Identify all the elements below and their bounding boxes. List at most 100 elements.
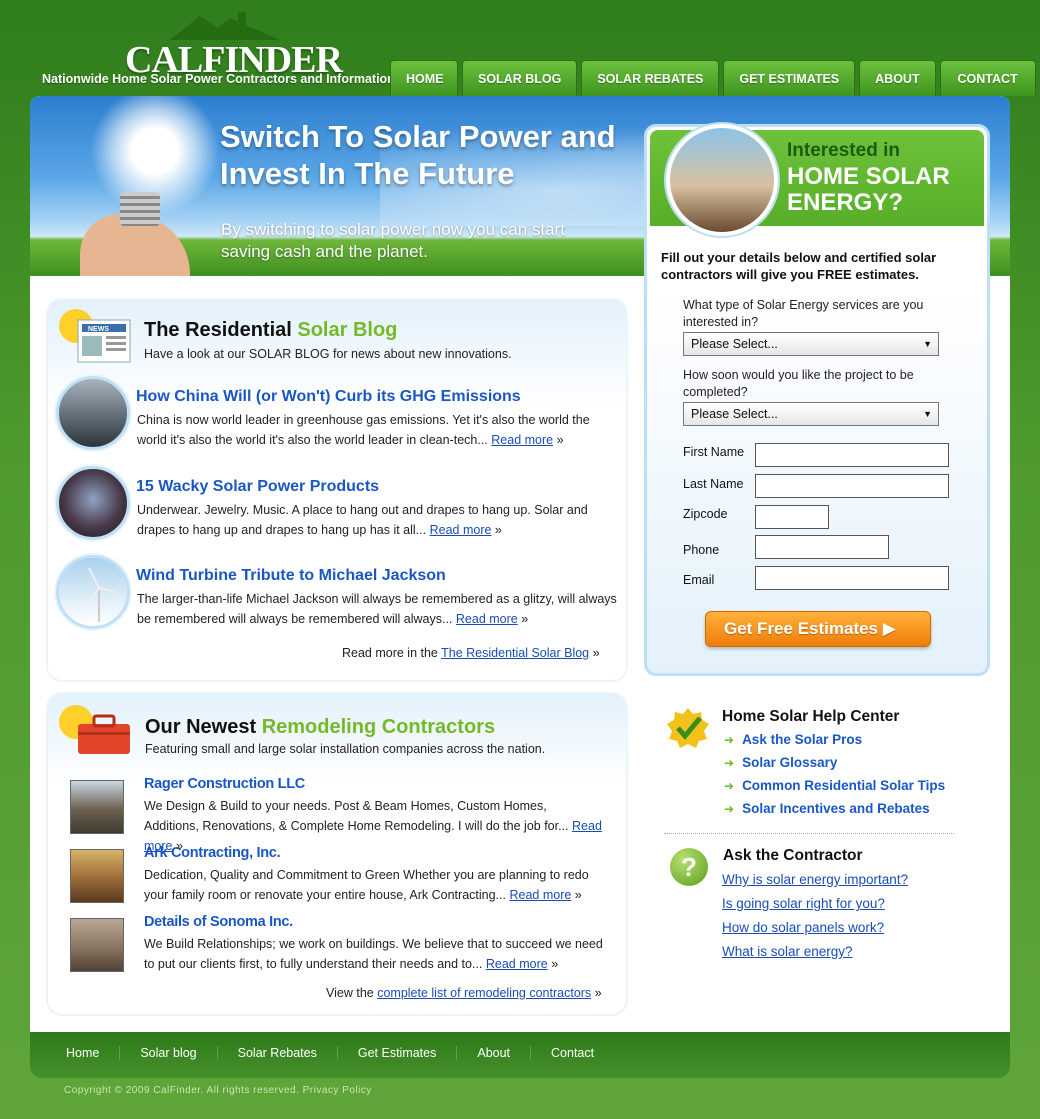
help-link-tips[interactable]: ➜ Common Residential Solar Tips [724, 778, 945, 801]
family-photo [666, 124, 778, 236]
service-type-select[interactable]: Please Select... ▼ [683, 332, 939, 356]
get-free-estimates-button[interactable]: Get Free Estimates ▶ [705, 611, 931, 647]
contractor-thumbnail[interactable] [70, 780, 124, 834]
timeline-label: How soon would you like the project to b… [683, 368, 914, 399]
last-name-field[interactable] [755, 474, 949, 498]
service-type-label: What type of Solar Energy services are y… [683, 298, 924, 329]
wind-turbine-icon [88, 567, 116, 622]
ask-list-item: Why is solar energy important? [722, 872, 908, 896]
ask-list-item: Is going solar right for you? [722, 896, 908, 920]
dropdown-arrow-icon: ▼ [923, 409, 932, 419]
post-title[interactable]: 15 Wacky Solar Power Products [136, 478, 379, 496]
contractors-more-line: View the complete list of remodeling con… [326, 986, 602, 1000]
arrow-right-icon: ➜ [724, 802, 735, 816]
email-field[interactable] [755, 566, 949, 590]
email-label: Email [683, 573, 715, 587]
footer-link-solar-rebates[interactable]: Solar Rebates [216, 1046, 337, 1060]
post-title[interactable]: Wind Turbine Tribute to Michael Jackson [136, 567, 446, 585]
nav-tab-contact[interactable]: CONTACT [939, 60, 1036, 96]
post-excerpt: China is now world leader in greenhouse … [137, 413, 590, 447]
post-excerpt-text: Underwear. Jewelry. Music. A place to ha… [137, 503, 588, 537]
contractor-thumbnail[interactable] [70, 918, 124, 972]
site-tagline: Nationwide Home Solar Power Contractors … [42, 72, 395, 86]
blog-intro: Have a look at our SOLAR BLOG for news a… [144, 347, 512, 361]
estimate-form: Interested in HOME SOLAR ENERGY? Fill ou… [644, 124, 990, 676]
last-name-label: Last Name [683, 477, 744, 491]
contractors-title-accent: Remodeling Contractors [261, 716, 496, 738]
contractor-name[interactable]: Details of Sonoma Inc. [144, 914, 293, 930]
toolbox-icon [59, 705, 130, 754]
footer-link-solar-blog[interactable]: Solar blog [119, 1046, 216, 1060]
post-thumbnail[interactable] [56, 466, 130, 540]
timeline-value: Please Select... [691, 407, 778, 421]
contractor-item: Ark Contracting, Inc. Dedication, Qualit… [70, 845, 610, 909]
blog-post: How China Will (or Won't) Curb its GHG E… [56, 376, 626, 456]
help-link-label: Common Residential Solar Tips [742, 778, 946, 793]
read-more-link[interactable]: Read more [486, 957, 548, 971]
residential-blog-link[interactable]: The Residential Solar Blog [441, 646, 589, 660]
blog-more-line: Read more in the The Residential Solar B… [342, 646, 600, 660]
read-more-link[interactable]: Read more [509, 888, 571, 902]
newspaper-icon: NEWS [59, 309, 131, 363]
read-more-link[interactable]: Read more [456, 612, 518, 626]
dropdown-arrow-icon: ▼ [923, 339, 932, 349]
post-title[interactable]: How China Will (or Won't) Curb its GHG E… [136, 388, 521, 406]
footer-link-contact[interactable]: Contact [530, 1046, 614, 1060]
contractor-list-link[interactable]: complete list of remodeling contractors [377, 986, 591, 1000]
form-heading-big: HOME SOLAR ENERGY? [787, 163, 950, 216]
sidebar-divider [664, 833, 954, 834]
contractor-name[interactable]: Ark Contracting, Inc. [144, 845, 281, 861]
faq-link[interactable]: What is solar energy? [722, 944, 853, 959]
first-name-field[interactable] [755, 443, 949, 467]
copyright-text: Copyright © 2009 CalFinder. All rights r… [64, 1085, 372, 1096]
faq-link[interactable]: Is going solar right for you? [722, 896, 885, 911]
faq-link[interactable]: Why is solar energy important? [722, 872, 908, 887]
timeline-select[interactable]: Please Select... ▼ [683, 402, 939, 426]
blog-title: The Residential Solar Blog [144, 319, 397, 342]
nav-tab-get-estimates[interactable]: GET ESTIMATES [723, 60, 856, 96]
phone-label: Phone [683, 543, 720, 557]
post-thumbnail[interactable] [56, 555, 130, 629]
calfinder-logo[interactable]: CALFINDER [120, 10, 343, 81]
form-description: Fill out your details below and certifie… [661, 250, 937, 282]
nav-tab-solar-rebates[interactable]: SOLAR REBATES [581, 60, 720, 96]
phone-field[interactable] [755, 535, 889, 559]
nav-tab-home[interactable]: HOME [390, 60, 458, 96]
footer-link-get-estimates[interactable]: Get Estimates [336, 1046, 457, 1060]
contractor-name[interactable]: Rager Construction LLC [144, 776, 305, 792]
post-excerpt: Underwear. Jewelry. Music. A place to ha… [137, 503, 588, 537]
help-link-glossary[interactable]: ➜ Solar Glossary [724, 755, 945, 778]
ask-contractor-links: Why is solar energy important? Is going … [722, 872, 908, 968]
blog-post: 15 Wacky Solar Power Products Underwear.… [56, 466, 626, 546]
arrow-right-icon: ➜ [724, 779, 735, 793]
first-name-label: First Name [683, 445, 745, 459]
contractor-item: Details of Sonoma Inc. We Build Relation… [70, 914, 610, 978]
footer-link-about[interactable]: About [456, 1046, 530, 1060]
question-mark-icon: ? [670, 848, 708, 886]
hero-title: Switch To Solar Power and Invest In The … [220, 119, 616, 191]
nav-tab-solar-blog[interactable]: SOLAR BLOG [462, 60, 578, 96]
help-link-ask-pros[interactable]: ➜ Ask the Solar Pros [724, 732, 945, 755]
ask-list-item: How do solar panels work? [722, 920, 908, 944]
checkmark-badge-icon [667, 708, 709, 748]
nav-tab-about[interactable]: ABOUT [859, 60, 936, 96]
ask-contractor-title: Ask the Contractor [723, 847, 863, 864]
hero-subtitle: By switching to solar power now you can … [221, 220, 565, 261]
post-excerpt: The larger-than-life Michael Jackson wil… [137, 592, 617, 626]
read-more-link[interactable]: Read more [491, 433, 553, 447]
post-thumbnail[interactable] [56, 376, 130, 450]
contractors-section: Our Newest Remodeling Contractors Featur… [48, 694, 626, 1014]
arrow-right-icon: ➜ [724, 756, 735, 770]
contractor-description: We Build Relationships; we work on build… [144, 937, 603, 971]
lightbulb-icon [120, 192, 160, 226]
contractor-thumbnail[interactable] [70, 849, 124, 903]
footer-link-home[interactable]: Home [66, 1046, 119, 1060]
blog-section: NEWS The Residential Solar Blog Have a l… [48, 300, 626, 680]
faq-link[interactable]: How do solar panels work? [722, 920, 884, 935]
zipcode-field[interactable] [755, 505, 829, 529]
read-more-link[interactable]: Read more [430, 523, 492, 537]
contractors-intro: Featuring small and large solar installa… [145, 742, 546, 756]
main-panel: Switch To Solar Power and Invest In The … [30, 96, 1010, 1032]
help-link-incentives[interactable]: ➜ Solar Incentives and Rebates [724, 801, 945, 824]
contractors-title: Our Newest Remodeling Contractors [145, 716, 495, 739]
